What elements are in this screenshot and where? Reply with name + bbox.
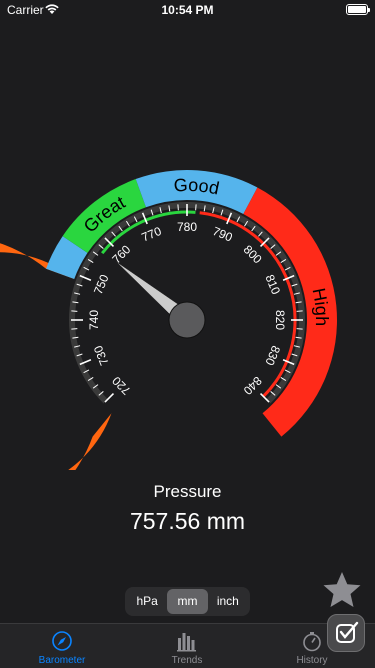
- scale-label: 730: [91, 343, 112, 367]
- compass-icon: [15, 630, 109, 652]
- scale-label: 780: [177, 220, 197, 234]
- needle-hub: [169, 302, 205, 338]
- tab-label: History: [265, 655, 359, 666]
- bar-chart-icon: [140, 630, 234, 652]
- scale-label: 810: [262, 273, 283, 297]
- tab-trends[interactable]: Trends: [140, 624, 234, 668]
- scale-label: 770: [140, 224, 164, 245]
- scale-label: 740: [87, 310, 101, 330]
- scale-label: 830: [262, 344, 283, 368]
- scale-label: 750: [91, 272, 112, 296]
- tab-label: Barometer: [15, 655, 109, 666]
- tab-bar: Barometer Trends History: [0, 623, 375, 668]
- gauge-needle: [116, 261, 205, 338]
- unit-mm-button[interactable]: mm: [167, 589, 207, 614]
- pressure-value: 757.56 mm: [0, 508, 375, 535]
- star-icon[interactable]: [322, 570, 362, 610]
- gauge-zone-label: Good: [173, 175, 221, 199]
- unit-selector[interactable]: hPa mm inch: [125, 587, 250, 616]
- tab-label: Trends: [140, 655, 234, 666]
- pressure-label: Pressure: [0, 482, 375, 502]
- checkbox-icon: [328, 615, 364, 651]
- unit-hpa-button[interactable]: hPa: [127, 589, 167, 614]
- scale-label: 790: [211, 224, 235, 245]
- quick-action-button[interactable]: [327, 614, 365, 652]
- unit-inch-button[interactable]: inch: [208, 589, 248, 614]
- gauge-zone-label: High: [309, 286, 332, 326]
- barometer-gauge: PoorGreatGoodHigh 7207307407507607707807…: [0, 0, 375, 470]
- tab-barometer[interactable]: Barometer: [15, 624, 109, 668]
- scale-label: 820: [273, 310, 287, 330]
